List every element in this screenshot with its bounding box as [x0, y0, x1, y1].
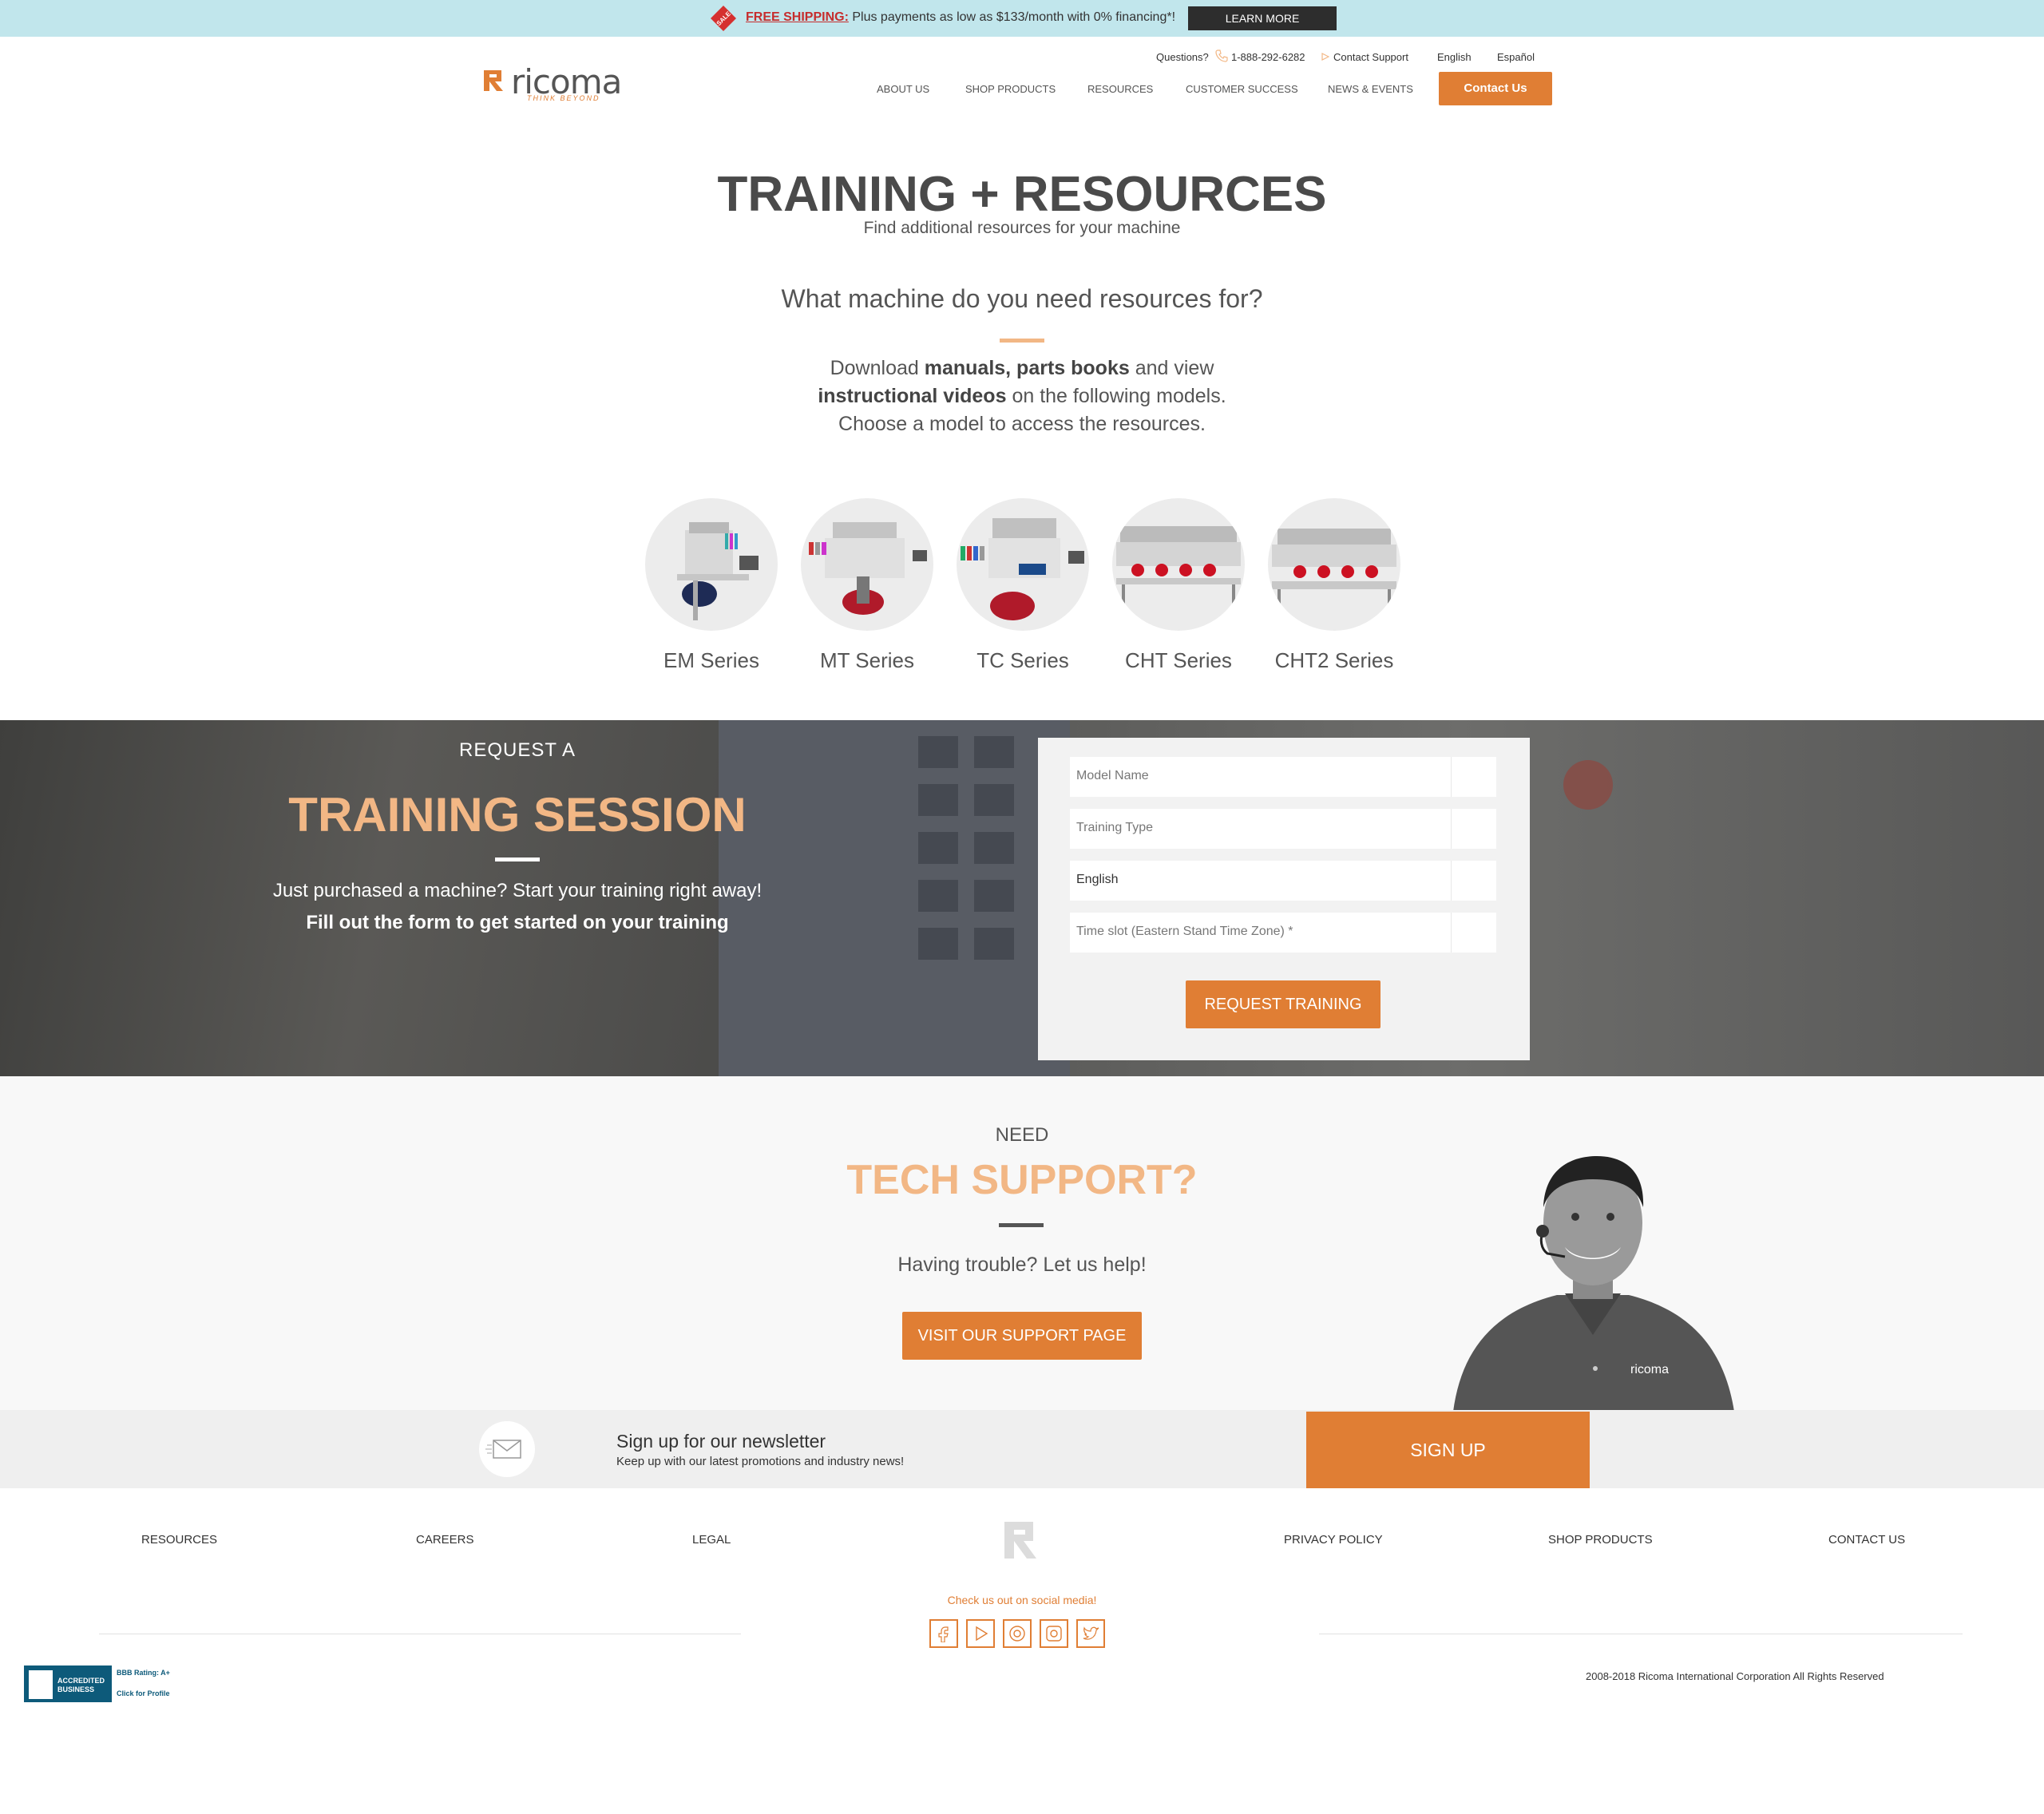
footer-link-legal[interactable]: LEGAL	[692, 1533, 731, 1547]
support-agent-photo: ricoma	[1453, 1156, 1734, 1412]
promo-bar: SALE FREE SHIPPING: Plus payments as low…	[0, 0, 2044, 37]
request-training-button[interactable]: REQUEST TRAINING	[1186, 980, 1380, 1028]
training-cta-text: Fill out the form to get started on your…	[306, 912, 729, 933]
footer-link-careers[interactable]: CAREERS	[416, 1533, 474, 1547]
body-text: and view	[1129, 357, 1214, 379]
series-tc[interactable]: TC Series	[955, 498, 1091, 673]
field-divider	[1451, 809, 1452, 849]
nav-customer-success[interactable]: CUSTOMER SUCCESS	[1186, 83, 1298, 95]
copyright-text: 2008-2018 Ricoma International Corporati…	[1586, 1670, 1884, 1682]
control-panel-keys-decoration	[918, 736, 1014, 960]
phone-number-link[interactable]: 1-888-292-6282	[1231, 51, 1305, 63]
phone-icon	[1215, 50, 1228, 62]
cht2-series-machine-image	[1268, 498, 1400, 631]
bbb-accreditation-badge[interactable]: ACCREDITED BUSINESS BBB Rating: A+ Click…	[24, 1665, 177, 1702]
series-label: CHT Series	[1125, 648, 1232, 672]
bbb-profile-link: Click for Profile	[117, 1689, 170, 1697]
facebook-icon[interactable]	[929, 1619, 958, 1648]
youtube-icon[interactable]	[966, 1619, 995, 1648]
series-label: TC Series	[976, 648, 1069, 672]
twitter-icon[interactable]	[1076, 1619, 1105, 1648]
sale-tag-icon: SALE	[711, 6, 736, 31]
logo-tagline: THINK BEYOND	[527, 94, 600, 102]
contact-support-link[interactable]: Contact Support	[1333, 51, 1408, 63]
training-type-placeholder: Training Type	[1076, 821, 1154, 834]
play-arrow-icon	[1321, 53, 1329, 61]
mt-series-machine-image	[801, 498, 933, 631]
series-label: CHT2 Series	[1274, 648, 1394, 672]
resources-description: Download manuals, parts books and view i…	[0, 354, 2044, 438]
promo-text: FREE SHIPPING: Plus payments as low as $…	[746, 10, 1175, 25]
newsletter-subtitle: Keep up with our latest promotions and i…	[616, 1455, 905, 1468]
nav-news-events[interactable]: NEWS & EVENTS	[1328, 83, 1413, 95]
sign-up-button[interactable]: SIGN UP	[1306, 1412, 1590, 1488]
nav-about-us[interactable]: ABOUT US	[877, 83, 929, 95]
red-button-decoration	[1563, 760, 1613, 810]
footer-link-contact-us[interactable]: CONTACT US	[1828, 1533, 1905, 1547]
series-mt[interactable]: MT Series	[799, 498, 935, 673]
nav-resources[interactable]: RESOURCES	[1087, 83, 1153, 95]
language-value: English	[1076, 873, 1119, 886]
contact-us-button[interactable]: Contact Us	[1439, 72, 1552, 105]
series-label: MT Series	[820, 648, 914, 672]
field-divider	[1451, 861, 1452, 901]
model-name-field[interactable]: Model Name	[1070, 757, 1496, 797]
instagram-icon[interactable]	[1040, 1619, 1068, 1648]
model-name-placeholder: Model Name	[1076, 769, 1149, 782]
field-divider	[1451, 913, 1452, 953]
language-select[interactable]: English	[1070, 861, 1496, 901]
divider	[999, 1223, 1044, 1227]
page-subtitle: Find additional resources for your machi…	[863, 219, 1181, 237]
bbb-seal-icon	[29, 1670, 53, 1699]
body-text: on the following models.	[1006, 385, 1226, 407]
newsletter-envelope-icon	[479, 1421, 535, 1477]
language-spanish-link[interactable]: Español	[1497, 51, 1535, 63]
training-kicker: REQUEST A	[459, 739, 576, 761]
footer-link-privacy-policy[interactable]: PRIVACY POLICY	[1284, 1533, 1383, 1547]
cht-series-machine-image	[1112, 498, 1245, 631]
body-bold-text: manuals, parts books	[924, 357, 1130, 379]
body-text: Choose a model to access the resources.	[838, 413, 1206, 435]
series-cht2[interactable]: CHT2 Series	[1266, 498, 1402, 673]
time-slot-field[interactable]: Time slot (Eastern Stand Time Zone) *	[1070, 913, 1496, 953]
shirt-logo: ricoma	[1630, 1363, 1669, 1376]
nav-shop-products[interactable]: SHOP PRODUCTS	[965, 83, 1056, 95]
promo-message: Plus payments as low as $133/month with …	[848, 10, 1176, 24]
bbb-rating-text: BBB Rating: A+	[117, 1669, 170, 1677]
pinterest-icon[interactable]	[1003, 1619, 1032, 1648]
bbb-accredited-text: ACCREDITED BUSINESS	[57, 1677, 105, 1693]
newsletter-title: Sign up for our newsletter	[616, 1431, 826, 1452]
visit-support-page-button[interactable]: VISIT OUR SUPPORT PAGE	[902, 1312, 1142, 1360]
training-request-form: Model Name Training Type English Time sl…	[1038, 738, 1530, 1060]
body-bold-text: instructional videos	[818, 385, 1007, 407]
footer-link-shop-products[interactable]: SHOP PRODUCTS	[1548, 1533, 1653, 1547]
training-title: TRAINING SESSION	[288, 788, 747, 842]
bbb-seal-box: ACCREDITED BUSINESS	[24, 1665, 112, 1702]
tc-series-machine-image	[957, 498, 1089, 631]
series-em[interactable]: EM Series	[644, 498, 779, 673]
free-shipping-link[interactable]: FREE SHIPPING:	[746, 10, 849, 24]
machine-question: What machine do you need resources for?	[781, 284, 1263, 313]
footer-ricoma-logo-icon[interactable]	[1003, 1520, 1040, 1560]
series-label: EM Series	[664, 648, 759, 672]
footer-link-resources[interactable]: RESOURCES	[141, 1533, 217, 1547]
divider	[1000, 339, 1044, 343]
newsletter-bar	[0, 1410, 2044, 1488]
divider	[495, 857, 540, 861]
learn-more-button[interactable]: LEARN MORE	[1188, 6, 1337, 30]
series-cht[interactable]: CHT Series	[1111, 498, 1246, 673]
field-divider	[1451, 757, 1452, 797]
time-slot-placeholder: Time slot (Eastern Stand Time Zone) *	[1076, 925, 1293, 938]
training-type-field[interactable]: Training Type	[1070, 809, 1496, 849]
training-description: Just purchased a machine? Start your tra…	[272, 880, 763, 901]
language-english-link[interactable]: English	[1437, 51, 1472, 63]
tech-kicker: NEED	[995, 1124, 1049, 1146]
em-series-machine-image	[645, 498, 778, 631]
page-title: TRAINING + RESOURCES	[717, 167, 1327, 222]
social-media-label: Check us out on social media!	[947, 1594, 1097, 1606]
ricoma-logo[interactable]: ricoma THINK BEYOND	[482, 62, 622, 107]
ricoma-r-mark-icon	[484, 70, 503, 91]
questions-label: Questions?	[1156, 51, 1209, 63]
body-text: Download	[830, 357, 925, 379]
